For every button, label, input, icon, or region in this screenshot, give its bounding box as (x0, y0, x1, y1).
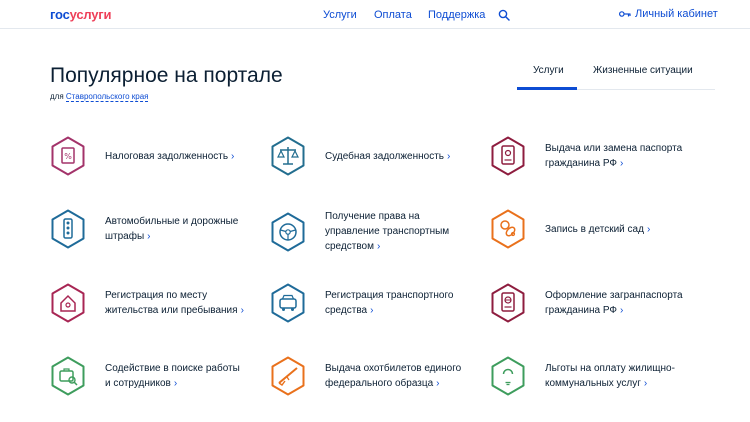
service-tile[interactable]: Выдача или замена паспортагражданина РФ› (490, 136, 682, 176)
house-icon (50, 283, 86, 323)
service-label: Запись в детский сад› (545, 222, 650, 237)
service-label-line: Автомобильные и дорожные (105, 214, 238, 229)
rifle-icon (270, 356, 306, 396)
service-tile[interactable]: Льготы на оплату жилищно-коммунальных ус… (490, 356, 675, 396)
tax-icon: % (50, 136, 86, 176)
service-label: Судебная задолженность› (325, 149, 450, 164)
service-label-line: Выдача или замена паспорта (545, 141, 682, 156)
service-tile[interactable]: Судебная задолженность› (270, 136, 450, 176)
nav-payment[interactable]: Оплата (374, 9, 412, 21)
gosuslugi-logo[interactable]: госуслуги (50, 7, 111, 22)
personal-account-label: Личный кабинет (635, 8, 718, 20)
nav-services[interactable]: Услуги (323, 9, 357, 21)
service-label: Содействие в поиске работыи сотрудников› (105, 361, 240, 391)
personal-account-link[interactable]: Личный кабинет (619, 8, 718, 20)
service-label-line: гражданина РФ› (545, 156, 682, 171)
service-tile[interactable]: Автомобильные и дорожныештрафы› (50, 209, 238, 249)
region-prefix: для (50, 92, 64, 101)
tab-life-situations[interactable]: Жизненные ситуации (593, 65, 693, 76)
service-label: Выдача или замена паспортагражданина РФ› (545, 141, 682, 171)
service-label-line: федерального образца› (325, 376, 461, 391)
service-tile[interactable]: % Налоговая задолженность› (50, 136, 234, 176)
chevron-right-icon: › (447, 151, 450, 162)
tab-active-indicator (517, 87, 577, 90)
chevron-right-icon: › (370, 305, 373, 316)
service-tile[interactable]: Оформление загранпаспортагражданина РФ› (490, 283, 683, 323)
region-selector-link[interactable]: Ставропольского края (66, 92, 149, 102)
region-line: для Ставропольского края (50, 92, 148, 101)
page-title: Популярное на портале (50, 64, 283, 88)
service-label: Автомобильные и дорожныештрафы› (105, 214, 238, 244)
service-tile[interactable]: Регистрация по местужительства или пребы… (50, 283, 244, 323)
chevron-right-icon: › (647, 224, 650, 235)
service-label-line: и сотрудников› (105, 376, 240, 391)
service-label-line: управление транспортным (325, 224, 449, 239)
service-label: Получение права науправление транспортны… (325, 209, 449, 254)
service-label-line: Регистрация по месту (105, 288, 244, 303)
chevron-right-icon: › (377, 241, 380, 252)
scales-icon (270, 136, 306, 176)
service-label: Оформление загранпаспортагражданина РФ› (545, 288, 683, 318)
service-label: Регистрация по местужительства или пребы… (105, 288, 244, 318)
service-label-line: Регистрация транспортного (325, 288, 453, 303)
service-label-line: гражданина РФ› (545, 303, 683, 318)
key-icon (619, 10, 631, 18)
chevron-right-icon: › (174, 378, 177, 389)
service-label-line: Льготы на оплату жилищно- (545, 361, 675, 376)
logo-part-gos: гос (50, 7, 70, 22)
traffic-light-icon (50, 209, 86, 249)
service-tile[interactable]: Запись в детский сад› (490, 209, 650, 249)
service-label-line: Выдача охотбилетов единого (325, 361, 461, 376)
service-label-line: Запись в детский сад› (545, 222, 650, 237)
job-search-icon (50, 356, 86, 396)
service-tile[interactable]: Выдача охотбилетов единогофедерального о… (270, 356, 461, 396)
service-label-line: средства› (325, 303, 453, 318)
tab-services[interactable]: Услуги (533, 65, 564, 76)
search-icon[interactable] (498, 8, 510, 20)
service-label-line: Получение права на (325, 209, 449, 224)
svg-text:%: % (64, 152, 72, 161)
service-label-line: Оформление загранпаспорта (545, 288, 683, 303)
service-label-line: средством› (325, 239, 449, 254)
chevron-right-icon: › (644, 378, 647, 389)
top-bar: госуслуги Услуги Оплата Поддержка Личный… (0, 0, 750, 29)
steering-wheel-icon (270, 212, 306, 252)
service-label: Выдача охотбилетов единогофедерального о… (325, 361, 461, 391)
passport-icon (490, 136, 526, 176)
chevron-right-icon: › (241, 305, 244, 316)
foreign-passport-icon (490, 283, 526, 323)
chevron-right-icon: › (147, 231, 150, 242)
service-label-line: коммунальных услуг› (545, 376, 675, 391)
car-icon (270, 283, 306, 323)
service-label: Налоговая задолженность› (105, 149, 234, 164)
service-label-line: Судебная задолженность› (325, 149, 450, 164)
chevron-right-icon: › (436, 378, 439, 389)
service-tile[interactable]: Содействие в поиске работыи сотрудников› (50, 356, 240, 396)
logo-part-uslugi: услуги (70, 7, 112, 22)
service-tile[interactable]: Получение права науправление транспортны… (270, 209, 449, 254)
service-label: Льготы на оплату жилищно-коммунальных ус… (545, 361, 675, 391)
nav-support[interactable]: Поддержка (428, 9, 485, 21)
service-label: Регистрация транспортногосредства› (325, 288, 453, 318)
service-label-line: жительства или пребывания› (105, 303, 244, 318)
service-tile[interactable]: Регистрация транспортногосредства› (270, 283, 453, 323)
services-tabs: Услуги Жизненные ситуации (517, 58, 715, 90)
lightbulb-icon (490, 356, 526, 396)
chevron-right-icon: › (620, 305, 623, 316)
chevron-right-icon: › (231, 151, 234, 162)
service-label-line: штрафы› (105, 229, 238, 244)
service-label-line: Содействие в поиске работы (105, 361, 240, 376)
pacifier-icon (490, 209, 526, 249)
service-label-line: Налоговая задолженность› (105, 149, 234, 164)
chevron-right-icon: › (620, 158, 623, 169)
